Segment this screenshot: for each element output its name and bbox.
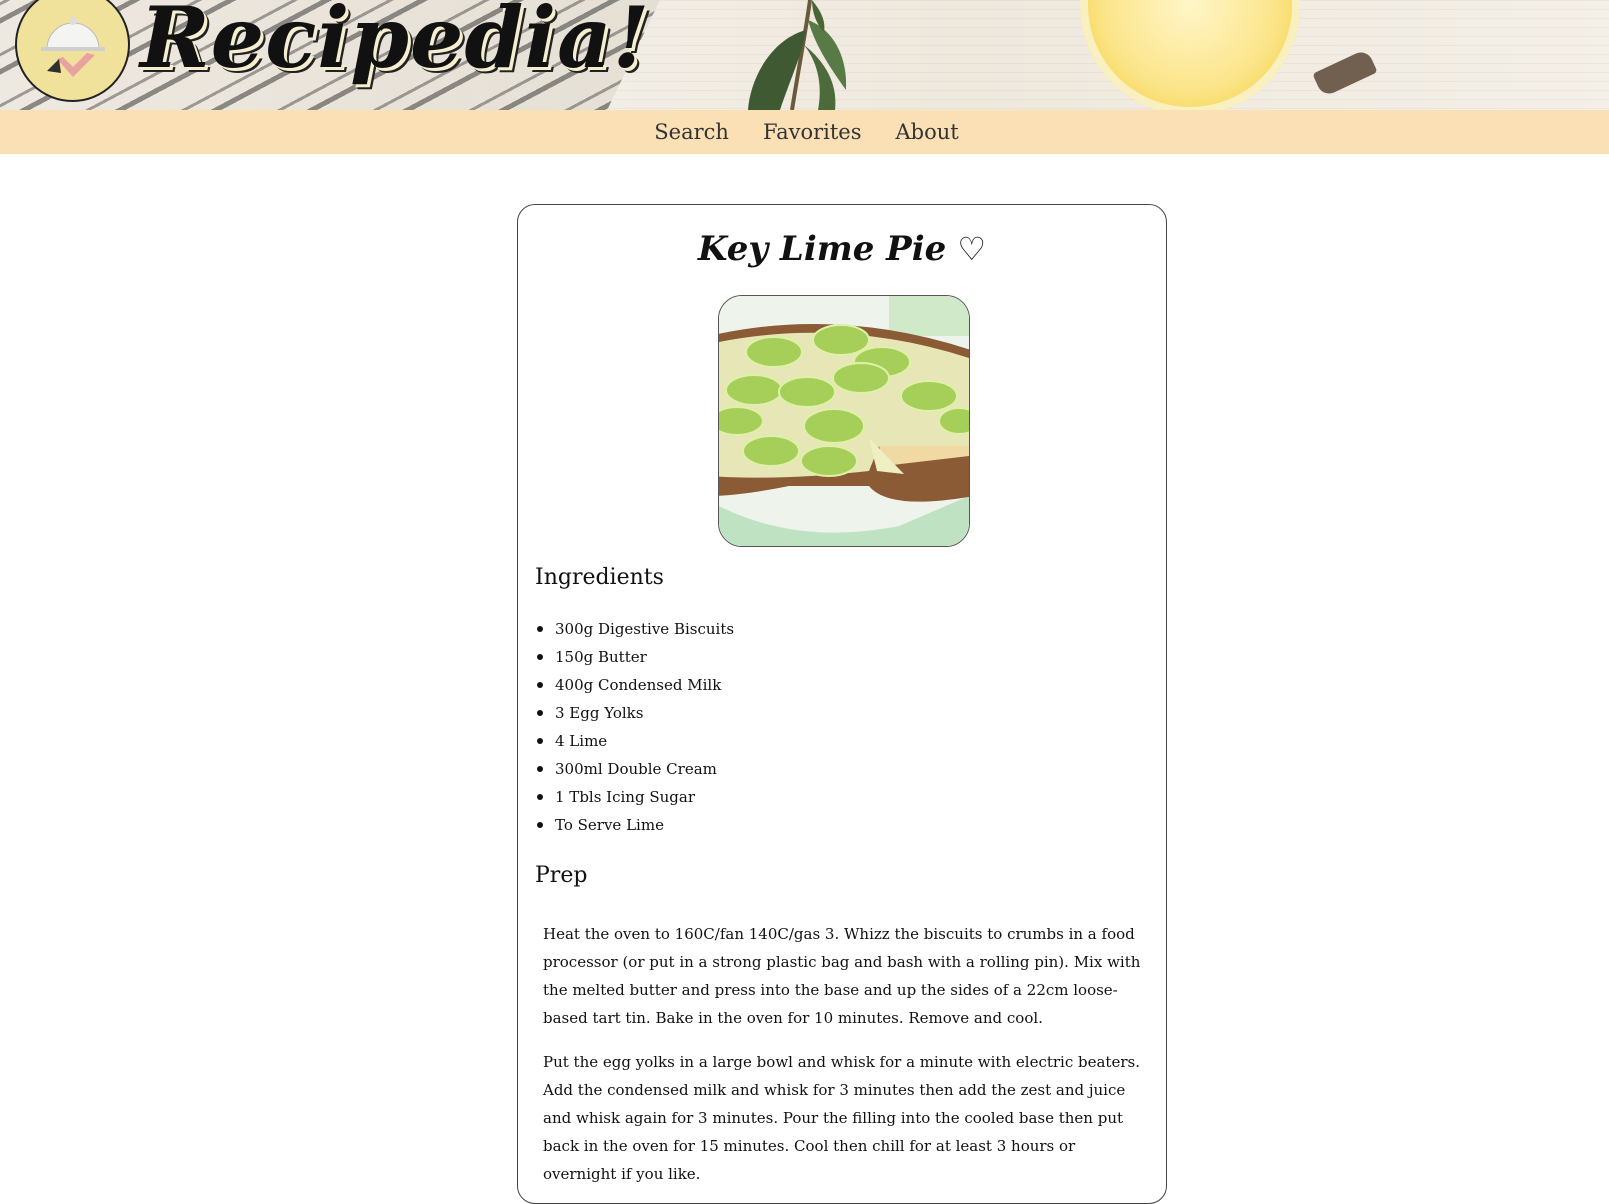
header-banner: Recipedia! <box>0 0 1609 110</box>
prep-steps: Heat the oven to 160C/fan 140C/gas 3. Wh… <box>543 920 1143 1204</box>
lemon-slice-decoration <box>1080 0 1300 110</box>
bay-leaf-icon <box>748 0 847 110</box>
pie-illustration <box>719 296 969 546</box>
recipe-title: Key Lime Pie <box>697 229 947 269</box>
nav-search-link[interactable]: Search <box>650 120 729 144</box>
prep-step: Heat the oven to 160C/fan 140C/gas 3. Wh… <box>543 925 1141 1027</box>
prep-heading: Prep <box>535 863 588 888</box>
main-nav: Search Favorites About <box>0 110 1609 154</box>
key-lime-pie-photo <box>718 295 970 547</box>
ingredient-item: 150g Butter <box>535 643 734 671</box>
heart-outline-icon[interactable]: ♡ <box>957 230 986 268</box>
prep-step: Put the egg yolks in a large bowl and wh… <box>543 1053 1140 1183</box>
cloche-icon <box>41 17 105 77</box>
ingredient-item: 300ml Double Cream <box>535 755 734 783</box>
ingredient-item: 4 Lime <box>535 727 734 755</box>
nav-favorites-link[interactable]: Favorites <box>759 120 862 144</box>
ingredients-list: 300g Digestive Biscuits 150g Butter 400g… <box>535 615 734 839</box>
ingredient-item: 400g Condensed Milk <box>535 671 734 699</box>
ingredient-item: 1 Tbls Icing Sugar <box>535 783 734 811</box>
ingredient-item: 300g Digestive Biscuits <box>535 615 734 643</box>
ingredient-item: 3 Egg Yolks <box>535 699 734 727</box>
ingredient-item: To Serve Lime <box>535 811 734 839</box>
ingredients-heading: Ingredients <box>535 565 664 590</box>
wood-chip-decoration <box>1312 48 1378 98</box>
recipe-title-row: Key Lime Pie ♡ <box>518 229 1166 269</box>
recipe-card: Key Lime Pie ♡ Ingredients 300g Digestiv… <box>517 204 1167 1204</box>
brand-name[interactable]: Recipedia! <box>140 0 650 87</box>
nav-about-link[interactable]: About <box>892 120 959 144</box>
